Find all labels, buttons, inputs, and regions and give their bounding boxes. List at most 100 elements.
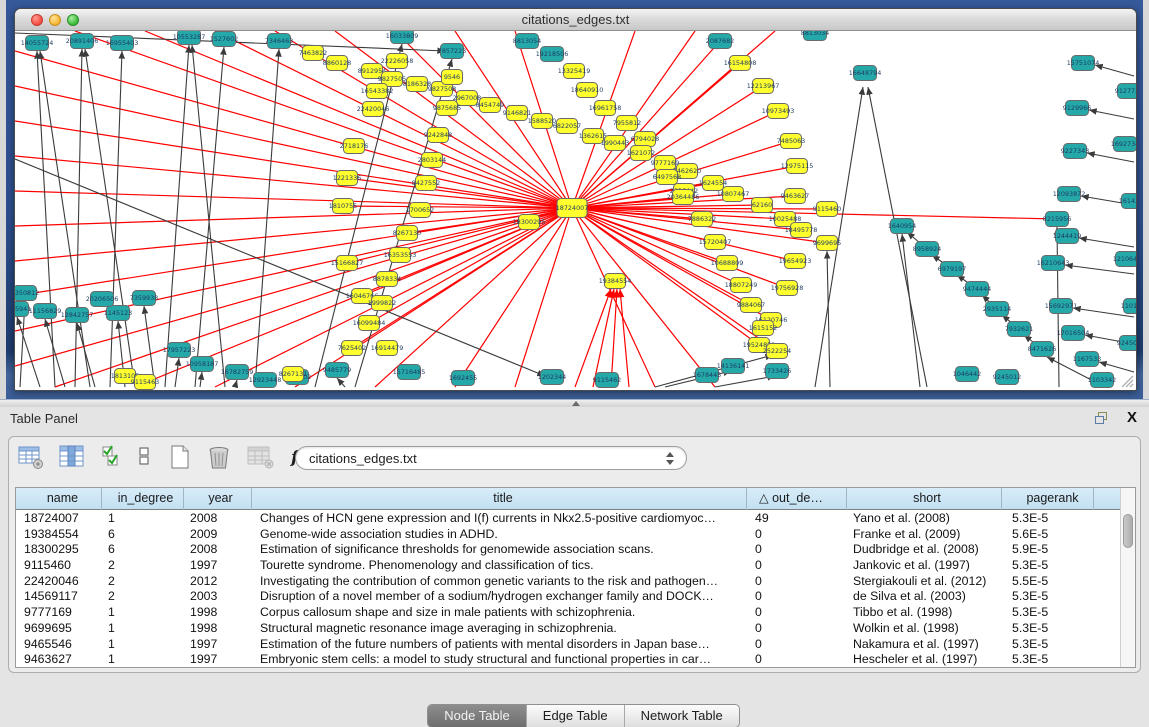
graph-node[interactable]: 9115462 [593, 373, 621, 388]
row-height-icon[interactable] [137, 444, 153, 470]
graph-node[interactable]: 1202344 [538, 370, 566, 385]
graph-node[interactable]: 1640954 [888, 219, 916, 234]
tab-network-table[interactable]: Network Table [625, 705, 739, 727]
table-source-dropdown[interactable]: citations_edges.txt [295, 446, 687, 470]
graph-node[interactable]: 1990443 [601, 136, 629, 151]
graph-node[interactable]: 8350812 [15, 286, 39, 301]
graph-node[interactable]: 1046442 [953, 367, 981, 382]
graph-node[interactable]: 12842757 [61, 308, 94, 323]
tab-edge-table[interactable]: Edge Table [527, 705, 625, 727]
graph-node[interactable]: 9485779 [323, 363, 351, 378]
graph-node[interactable]: 7857223 [438, 44, 466, 59]
scrollbar-thumb[interactable] [1123, 514, 1133, 548]
graph-node[interactable]: 8813054 [513, 34, 541, 49]
graph-node[interactable]: 8860128 [323, 56, 351, 71]
table-row[interactable]: 946362711997Embryonic stem cells: a mode… [16, 652, 1121, 668]
table-row[interactable]: 1938455462009Genome-wide association stu… [16, 527, 1121, 543]
graph-node[interactable]: 9242848 [424, 128, 452, 143]
graph-node[interactable]: 7346463 [265, 34, 293, 49]
column-header-pagerank[interactable]: pagerank [1002, 488, 1094, 510]
graph-node[interactable]: 9875685 [433, 101, 461, 116]
graph-node[interactable]: 1678445 [693, 368, 721, 383]
table-row[interactable]: 946554611997Estimation of the future num… [16, 637, 1121, 653]
graph-node[interactable]: 9227343 [1061, 144, 1089, 159]
graph-node[interactable]: 8267131 [279, 367, 307, 382]
graph-node[interactable]: 7932621 [1005, 322, 1033, 337]
table-row[interactable]: 911546021997Tourette syndrome. Phenomeno… [16, 558, 1121, 574]
graph-node[interactable]: 13325419 [558, 64, 591, 79]
graph-node[interactable]: 1999822 [368, 296, 396, 311]
delete-attribute-icon[interactable] [206, 444, 232, 470]
graph-node[interactable]: 9245022 [1117, 336, 1136, 351]
network-canvas[interactable]: 1405572420891406169554031055328715276027… [15, 31, 1136, 390]
graph-node[interactable]: 1615152 [749, 321, 777, 336]
graph-node[interactable]: 7485063 [777, 134, 805, 149]
table-row[interactable]: 977716911998Corpus callosum shape and si… [16, 605, 1121, 621]
graph-node[interactable]: 12975115 [781, 159, 814, 174]
graph-node[interactable]: 1145123 [104, 306, 132, 321]
graph-node[interactable]: 7955812 [613, 116, 641, 131]
graph-node[interactable]: 18724007 [556, 199, 589, 218]
graph-node[interactable]: 12923448 [249, 373, 282, 388]
graph-node[interactable]: 19218506 [536, 47, 569, 62]
graph-node[interactable]: 11156829 [29, 304, 62, 319]
graph-node[interactable]: 8215956 [1043, 212, 1071, 227]
graph-node[interactable]: 14055724 [21, 36, 54, 51]
graph-node[interactable]: 8878334 [373, 272, 401, 287]
graph-node[interactable]: 2087682 [706, 34, 734, 49]
graph-node[interactable]: 6794028 [631, 132, 659, 147]
resize-grip-icon[interactable] [1118, 372, 1134, 388]
graph-node[interactable]: 8958924 [913, 242, 941, 257]
graph-node[interactable]: 9546 [442, 70, 463, 85]
graph-node[interactable]: 1692455 [449, 371, 477, 386]
graph-node[interactable]: 1692734 [1111, 137, 1136, 152]
graph-node[interactable]: 15751074 [1067, 56, 1100, 71]
graph-node[interactable]: 2803144 [418, 153, 446, 168]
graph-node[interactable]: 15692971 [1045, 299, 1078, 314]
graph-node[interactable]: 9245012 [993, 370, 1021, 385]
graph-node[interactable]: 19756928 [771, 281, 804, 296]
graph-node[interactable]: 6979197 [938, 262, 966, 277]
graph-node[interactable]: 10688809 [711, 256, 744, 271]
citation-network-graph[interactable]: 1405572420891406169554031055328715276027… [15, 31, 1136, 390]
column-header-year[interactable]: year [184, 488, 252, 510]
select-columns-icon[interactable] [100, 444, 124, 470]
graph-node[interactable]: 9129966 [1063, 101, 1091, 116]
graph-node[interactable]: 15716485 [393, 365, 426, 380]
column-header-name[interactable]: name [16, 488, 102, 510]
splitter-handle-icon[interactable] [572, 401, 580, 406]
graph-node[interactable]: 1810755 [329, 199, 357, 214]
new-attribute-icon[interactable] [167, 444, 193, 470]
graph-node[interactable]: 1167533 [1073, 352, 1101, 367]
graph-node[interactable]: 17016504 [1057, 326, 1090, 341]
table-vertical-scrollbar[interactable] [1120, 488, 1135, 667]
network-window[interactable]: citations_edges.txt 14055724208914061695… [14, 8, 1137, 391]
graph-node[interactable]: 8471626 [1028, 342, 1056, 357]
graph-node[interactable]: 16033809 [386, 31, 419, 44]
graph-node[interactable]: 12213967 [747, 79, 780, 94]
graph-node[interactable]: 9474444 [963, 282, 991, 297]
graph-node[interactable]: 1210643 [1113, 252, 1136, 267]
column-header-short[interactable]: short [847, 488, 1002, 510]
graph-node[interactable]: 9884067 [737, 298, 765, 313]
network-window-titlebar[interactable]: citations_edges.txt [15, 9, 1136, 31]
graph-node[interactable]: 9699695 [813, 236, 841, 251]
graph-node[interactable]: 6822057 [553, 119, 581, 134]
graph-node[interactable]: 14136141 [717, 359, 750, 374]
graph-node[interactable]: 1244419 [1053, 229, 1081, 244]
graph-node[interactable]: 1733426 [763, 364, 791, 379]
table-row[interactable]: 969969511998Structural magnetic resonanc… [16, 621, 1121, 637]
graph-node[interactable]: 12093872 [1053, 187, 1086, 202]
graph-node[interactable]: 7886322 [688, 212, 716, 227]
graph-node[interactable]: 16648794 [849, 66, 882, 81]
graph-node[interactable]: 18640910 [571, 83, 604, 98]
graph-node[interactable]: 2522254 [763, 344, 791, 359]
graph-node[interactable]: 8427552 [412, 176, 440, 191]
graph-node[interactable]: 16961758 [589, 101, 622, 116]
graph-node[interactable]: 20206506 [86, 292, 119, 307]
graph-node[interactable]: 16210643 [1037, 256, 1070, 271]
graph-node[interactable]: 1614319 [1119, 194, 1136, 209]
graph-node[interactable]: 2718176 [340, 139, 368, 154]
graph-node[interactable]: 16099484 [353, 316, 386, 331]
table-row[interactable]: 2242004622012Investigating the contribut… [16, 574, 1121, 590]
